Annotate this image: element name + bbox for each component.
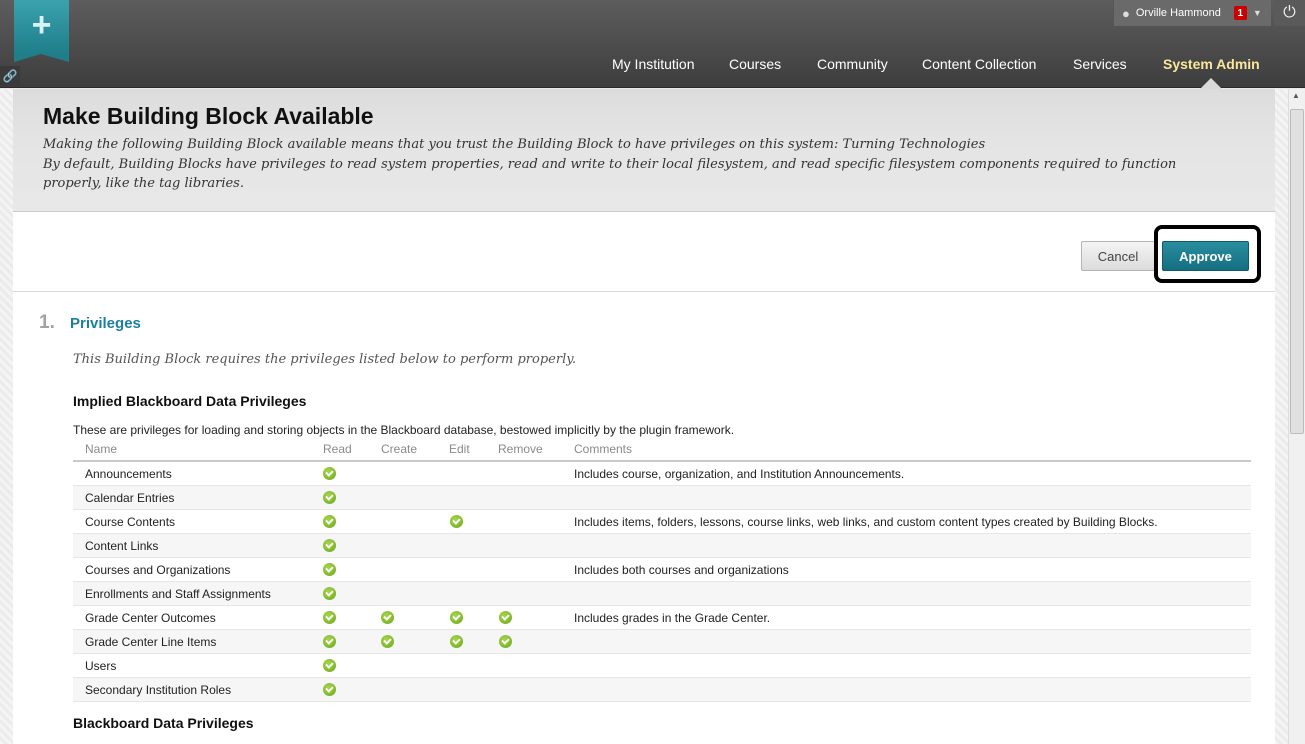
page-description-line1: Making the following Building Block avai…: [43, 137, 986, 152]
scroll-up-arrow-icon[interactable]: ▲: [1292, 91, 1300, 100]
table-row: Announcements Includes course, organizati…: [73, 462, 1251, 486]
table-body: Announcements Includes course, organizati…: [73, 462, 1251, 702]
scrollbar-thumb[interactable]: [1290, 109, 1304, 434]
nav-content-collection[interactable]: Content Collection: [922, 56, 1036, 72]
table-header: Name Read Create Edit Remove Comments: [73, 439, 1251, 462]
check-icon: [323, 515, 336, 528]
table-row: Calendar Entries: [73, 486, 1251, 510]
implied-privileges-heading: Implied Blackboard Data Privileges: [73, 393, 307, 409]
check-icon: [323, 587, 336, 600]
privilege-name: Secondary Institution Roles: [85, 683, 232, 697]
column-header-remove: Remove: [498, 442, 543, 456]
page-description: Making the following Building Block avai…: [43, 135, 1238, 194]
active-nav-pointer: [1200, 78, 1222, 89]
check-icon: [450, 611, 463, 624]
plus-icon: +: [31, 6, 52, 44]
table-row: Course Contents Includes items, folders, …: [73, 510, 1251, 534]
column-header-edit: Edit: [449, 442, 470, 456]
privilege-comment: Includes items, folders, lessons, course…: [574, 515, 1158, 529]
check-icon: [499, 611, 512, 624]
privileges-table: Name Read Create Edit Remove Comments An…: [73, 439, 1251, 702]
nav-my-institution[interactable]: My Institution: [612, 56, 694, 72]
table-row: Users: [73, 654, 1251, 678]
privilege-comment: Includes course, organization, and Insti…: [574, 467, 905, 481]
privilege-name: Content Links: [85, 539, 159, 553]
check-icon: [450, 635, 463, 648]
table-row: Grade Center Line Items: [73, 630, 1251, 654]
action-bar: Cancel Approve: [13, 212, 1275, 292]
table-row: Content Links: [73, 534, 1251, 558]
privilege-name: Courses and Organizations: [85, 563, 231, 577]
check-icon: [323, 539, 336, 552]
page-description-line2: By default, Building Blocks have privile…: [43, 156, 1177, 192]
column-header-create: Create: [381, 442, 418, 456]
check-icon: [323, 659, 336, 672]
check-icon: [323, 611, 336, 624]
nav-courses[interactable]: Courses: [729, 56, 781, 72]
privilege-name: Course Contents: [85, 515, 176, 529]
table-row: Secondary Institution Roles: [73, 678, 1251, 702]
power-icon[interactable]: ⏻: [1274, 0, 1305, 26]
check-icon: [323, 467, 336, 480]
check-icon: [381, 635, 394, 648]
user-menu[interactable]: ● Orville Hammond 1 ▼: [1113, 0, 1271, 26]
column-header-read: Read: [323, 442, 352, 456]
privilege-name: Enrollments and Staff Assignments: [85, 587, 271, 601]
privilege-comment: Includes grades in the Grade Center.: [574, 611, 771, 625]
plus-logo-tab[interactable]: +: [14, 0, 69, 62]
table-row: Grade Center Outcomes Includes grades in …: [73, 606, 1251, 630]
privilege-comment: Includes both courses and organizations: [574, 563, 789, 577]
page-header: Make Building Block Available Making the…: [13, 89, 1275, 212]
check-icon: [450, 515, 463, 528]
nav-services[interactable]: Services: [1073, 56, 1127, 72]
privilege-name: Announcements: [85, 467, 172, 481]
top-bar: + 🔗 ● Orville Hammond 1 ▼ ⏻ My Instituti…: [0, 0, 1305, 88]
blackboard-privileges-heading: Blackboard Data Privileges: [73, 715, 254, 731]
table-row: Courses and Organizations Includes both c…: [73, 558, 1251, 582]
section-description: This Building Block requires the privile…: [73, 352, 576, 367]
check-icon: [323, 563, 336, 576]
vertical-scrollbar[interactable]: ▲: [1288, 89, 1305, 744]
check-icon: [323, 635, 336, 648]
content-panel: Cancel Approve 1. Privileges This Buildi…: [13, 212, 1275, 744]
column-header-name: Name: [85, 442, 118, 456]
main-navigation: My Institution Courses Community Content…: [0, 56, 1305, 76]
implied-privileges-description: These are privileges for loading and sto…: [73, 423, 735, 437]
check-icon: [323, 683, 336, 696]
user-name: Orville Hammond: [1135, 7, 1221, 19]
privilege-name: Grade Center Outcomes: [85, 611, 216, 625]
cancel-button[interactable]: Cancel: [1081, 241, 1155, 271]
table-row: Enrollments and Staff Assignments: [73, 582, 1251, 606]
chevron-down-icon[interactable]: ▼: [1253, 8, 1262, 18]
check-icon: [323, 491, 336, 504]
privilege-name: Grade Center Line Items: [85, 635, 217, 649]
user-icon: ●: [1122, 5, 1130, 21]
nav-community[interactable]: Community: [817, 56, 888, 72]
check-icon: [381, 611, 394, 624]
page-title: Make Building Block Available: [43, 103, 374, 129]
notification-badge[interactable]: 1: [1233, 6, 1247, 20]
privilege-name: Calendar Entries: [85, 491, 175, 505]
left-gutter: [0, 89, 13, 744]
section-number: 1.: [39, 312, 55, 333]
check-icon: [499, 635, 512, 648]
section-title: Privileges: [70, 315, 141, 332]
privilege-name: Users: [85, 659, 117, 673]
column-header-comments: Comments: [574, 442, 633, 456]
nav-system-admin[interactable]: System Admin: [1163, 56, 1260, 72]
right-gutter: [1275, 89, 1288, 744]
approve-button[interactable]: Approve: [1162, 241, 1249, 271]
